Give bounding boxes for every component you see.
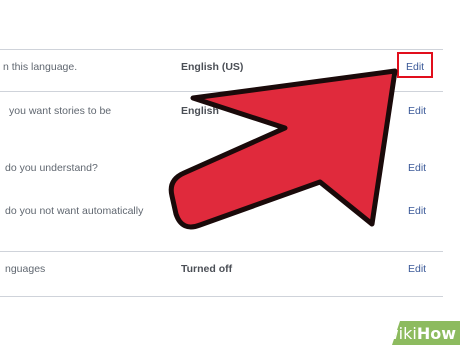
- watermark-logo: wikiHow: [386, 324, 456, 343]
- watermark-how: How: [416, 324, 456, 343]
- language-settings-panel: n this language. English (US) Edit you w…: [0, 0, 460, 345]
- watermark-wiki: wiki: [385, 324, 417, 343]
- red-arrow-icon: [168, 68, 398, 230]
